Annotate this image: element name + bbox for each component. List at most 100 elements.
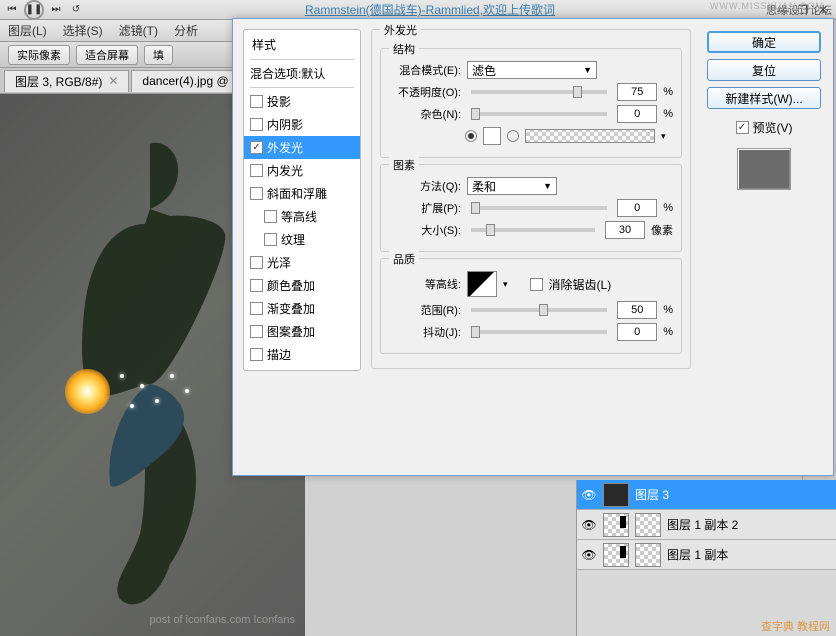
- url-label: WWW.MISSYUAN.COM: [710, 1, 824, 11]
- layer-row[interactable]: 👁 图层 3: [577, 480, 836, 510]
- style-list: 样式 混合选项:默认 投影 内阴影 外发光 内发光 斜面和浮雕 等高线 纹理 光…: [243, 29, 361, 371]
- new-style-button[interactable]: 新建样式(W)...: [707, 87, 821, 109]
- tab-label: 图层 3, RGB/8#): [15, 73, 102, 90]
- layer-row[interactable]: 👁 图层 1 副本 2: [577, 510, 836, 540]
- noise-slider[interactable]: [471, 112, 607, 116]
- technique-combo[interactable]: 柔和▼: [467, 177, 557, 195]
- prev-icon[interactable]: ⏮: [4, 2, 20, 18]
- layer-thumb[interactable]: [603, 513, 629, 537]
- visibility-icon[interactable]: 👁: [581, 547, 597, 563]
- style-satin[interactable]: 光泽: [244, 251, 360, 274]
- layer-thumb[interactable]: [603, 483, 629, 507]
- size-input[interactable]: [605, 221, 645, 239]
- preview-swatch: [737, 148, 791, 190]
- checkbox-icon[interactable]: [264, 233, 277, 246]
- chevron-down-icon[interactable]: ▾: [661, 131, 666, 142]
- visibility-icon[interactable]: 👁: [581, 487, 597, 503]
- style-contour[interactable]: 等高线: [244, 205, 360, 228]
- style-bevel[interactable]: 斜面和浮雕: [244, 182, 360, 205]
- style-blend-options[interactable]: 混合选项:默认: [244, 62, 360, 85]
- opacity-input[interactable]: [617, 83, 657, 101]
- style-texture[interactable]: 纹理: [244, 228, 360, 251]
- opacity-slider[interactable]: [471, 90, 607, 94]
- technique-label: 方法(Q):: [389, 178, 461, 194]
- checkbox-icon[interactable]: [250, 141, 263, 154]
- glow-color-swatch[interactable]: [483, 127, 501, 145]
- range-input[interactable]: [617, 301, 657, 319]
- noise-input[interactable]: [617, 105, 657, 123]
- menu-select[interactable]: 选择(S): [63, 22, 103, 39]
- menu-analysis[interactable]: 分析: [174, 22, 198, 39]
- tab-label: dancer(4).jpg @ 16: [142, 74, 245, 88]
- layer-row[interactable]: 👁 图层 1 副本: [577, 540, 836, 570]
- layer-name: 图层 3: [635, 486, 669, 503]
- checkbox-icon[interactable]: [250, 95, 263, 108]
- size-slider[interactable]: [471, 228, 595, 232]
- style-drop-shadow[interactable]: 投影: [244, 90, 360, 113]
- checkbox-icon[interactable]: [250, 256, 263, 269]
- blend-mode-combo[interactable]: 滤色▼: [467, 61, 597, 79]
- blend-mode-label: 混合模式(E):: [389, 62, 461, 78]
- style-gradient-overlay[interactable]: 渐变叠加: [244, 297, 360, 320]
- window-title: Rammstein(德国战车)-Rammlied,欢迎上传歌词: [88, 1, 772, 18]
- replay-icon[interactable]: ↺: [68, 2, 84, 18]
- ok-button[interactable]: 确定: [707, 31, 821, 53]
- checkbox-icon[interactable]: [250, 187, 263, 200]
- mask-thumb[interactable]: [635, 513, 661, 537]
- preview-checkbox[interactable]: [736, 121, 749, 134]
- reset-button[interactable]: 复位: [707, 59, 821, 81]
- range-slider[interactable]: [471, 308, 607, 312]
- menu-layer[interactable]: 图层(L): [8, 22, 47, 39]
- actual-pixels-button[interactable]: 实际像素: [8, 45, 70, 65]
- jitter-slider[interactable]: [471, 330, 607, 334]
- structure-title: 结构: [389, 41, 419, 57]
- preview-label: 预览(V): [753, 119, 793, 136]
- opacity-label: 不透明度(O):: [389, 84, 461, 100]
- layer-name: 图层 1 副本 2: [667, 516, 738, 533]
- checkbox-icon[interactable]: [250, 325, 263, 338]
- next-icon[interactable]: ⏭: [48, 2, 64, 18]
- anti-alias-checkbox[interactable]: [530, 278, 543, 291]
- footer-watermark: 查字典 教程网: [761, 618, 830, 634]
- style-inner-shadow[interactable]: 内阴影: [244, 113, 360, 136]
- checkbox-icon[interactable]: [250, 302, 263, 315]
- pause-icon[interactable]: ❚❚: [24, 0, 44, 20]
- checkbox-icon[interactable]: [250, 279, 263, 292]
- style-pattern-overlay[interactable]: 图案叠加: [244, 320, 360, 343]
- layer-style-dialog: 样式 混合选项:默认 投影 内阴影 外发光 内发光 斜面和浮雕 等高线 纹理 光…: [232, 18, 834, 476]
- color-radio[interactable]: [465, 130, 477, 142]
- style-list-title: 样式: [244, 34, 360, 57]
- checkbox-icon[interactable]: [250, 118, 263, 131]
- spread-slider[interactable]: [471, 206, 607, 210]
- chevron-down-icon: ▼: [543, 181, 552, 191]
- fit-screen-button[interactable]: 适合屏幕: [76, 45, 138, 65]
- menu-filter[interactable]: 滤镜(T): [119, 22, 158, 39]
- visibility-icon[interactable]: 👁: [581, 517, 597, 533]
- mask-thumb[interactable]: [635, 543, 661, 567]
- jitter-input[interactable]: [617, 323, 657, 341]
- fill-button[interactable]: 填: [144, 45, 173, 65]
- layer-thumb[interactable]: [603, 543, 629, 567]
- style-color-overlay[interactable]: 颜色叠加: [244, 274, 360, 297]
- style-inner-glow[interactable]: 内发光: [244, 159, 360, 182]
- checkbox-icon[interactable]: [250, 348, 263, 361]
- glow-gradient-picker[interactable]: [525, 129, 655, 143]
- style-stroke[interactable]: 描边: [244, 343, 360, 366]
- chevron-down-icon: ▼: [583, 65, 592, 75]
- sparkle: [185, 389, 189, 393]
- layers-panel: 👁 图层 3 👁 图层 1 副本 2 👁 图层 1 副本 查字典 教程网: [576, 480, 836, 636]
- anti-alias-label: 消除锯齿(L): [549, 276, 612, 293]
- chevron-down-icon[interactable]: ▾: [503, 279, 508, 290]
- tab-close-icon[interactable]: ✕: [108, 74, 118, 88]
- sparkle: [155, 399, 159, 403]
- checkbox-icon[interactable]: [250, 164, 263, 177]
- sparkle: [130, 404, 134, 408]
- document-tab-a[interactable]: 图层 3, RGB/8#) ✕: [4, 70, 129, 92]
- contour-picker[interactable]: [467, 271, 497, 297]
- gradient-radio[interactable]: [507, 130, 519, 142]
- jitter-label: 抖动(J):: [389, 324, 461, 340]
- spread-input[interactable]: [617, 199, 657, 217]
- size-label: 大小(S):: [389, 222, 461, 238]
- style-outer-glow[interactable]: 外发光: [244, 136, 360, 159]
- checkbox-icon[interactable]: [264, 210, 277, 223]
